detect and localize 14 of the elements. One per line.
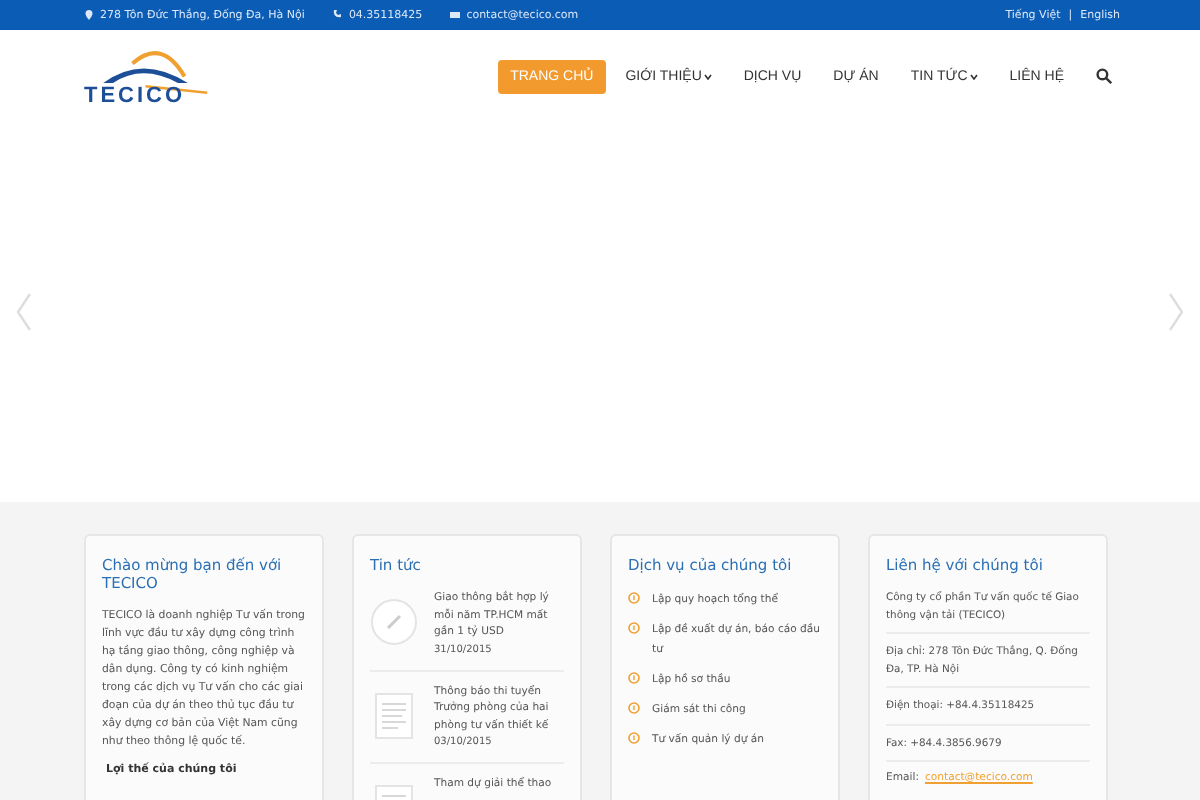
envelope-icon <box>450 10 461 20</box>
logo-text[interactable]: TECICO <box>84 84 186 108</box>
info-circle-icon <box>628 702 640 714</box>
phone-icon <box>332 10 343 20</box>
info-circle-icon <box>628 732 640 744</box>
pencil-icon <box>370 598 418 646</box>
info-circle-icon <box>628 592 640 604</box>
info-circle-icon <box>628 622 640 634</box>
map-pin-icon <box>84 10 94 20</box>
document-thumbnail-icon <box>370 691 418 739</box>
info-circle-icon <box>628 672 640 684</box>
search-icon[interactable] <box>1096 68 1112 84</box>
chevron-left-icon[interactable] <box>16 292 32 332</box>
chevron-right-icon[interactable] <box>1168 292 1184 332</box>
